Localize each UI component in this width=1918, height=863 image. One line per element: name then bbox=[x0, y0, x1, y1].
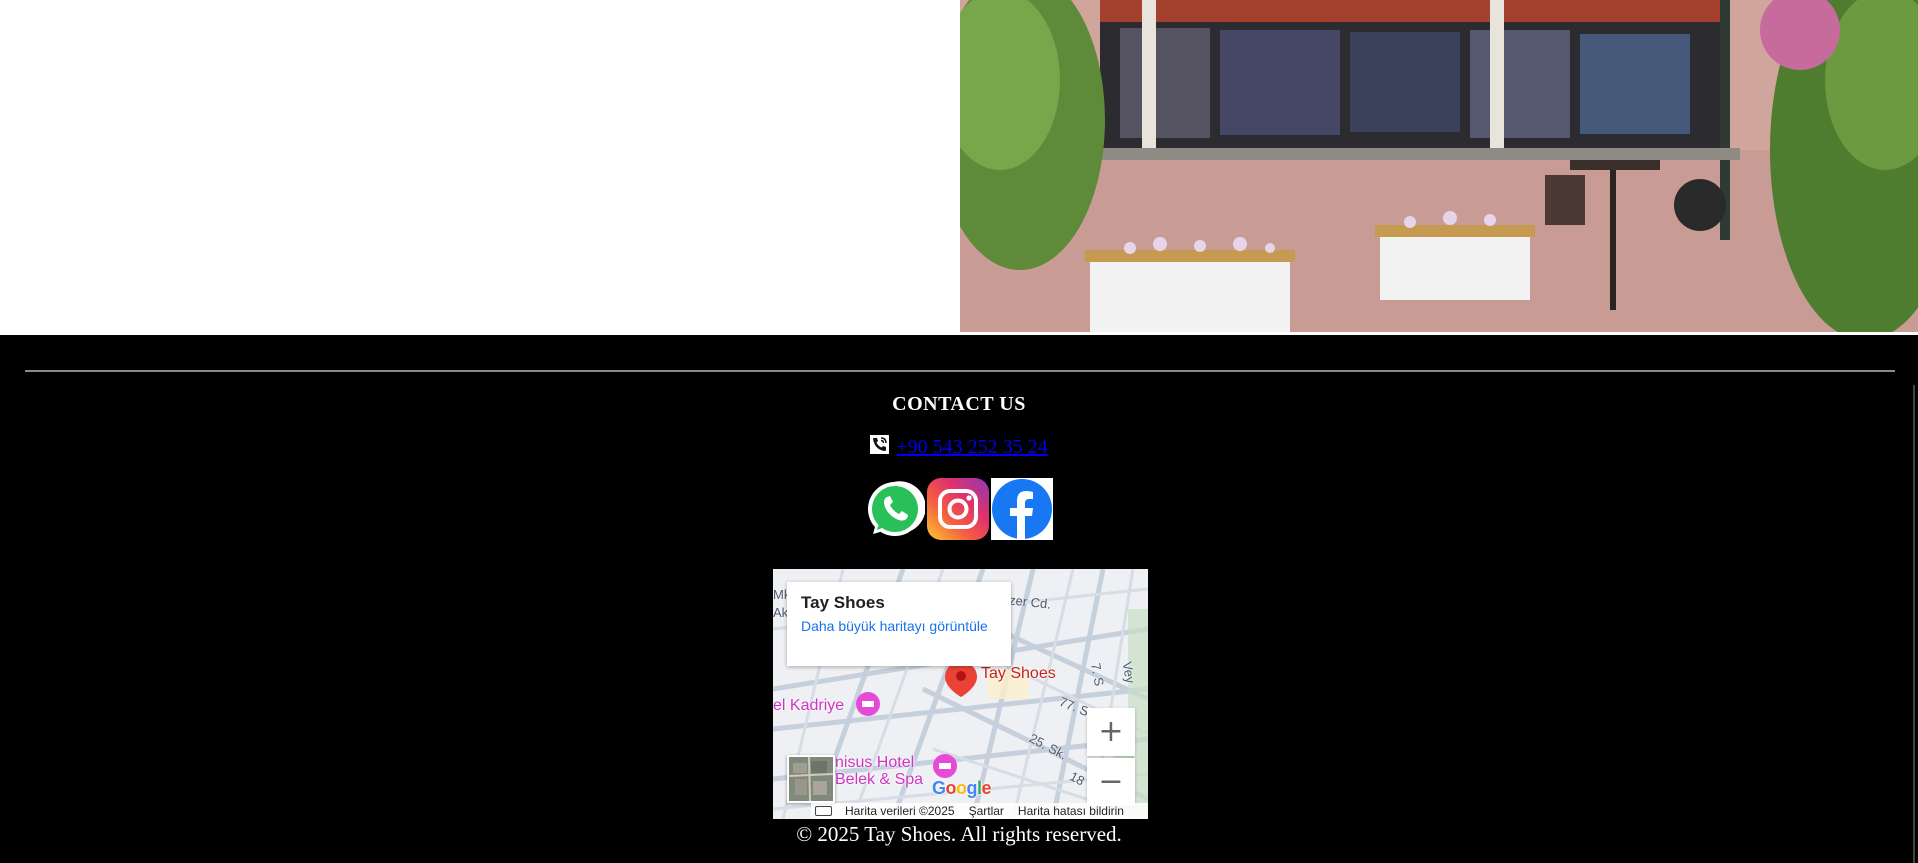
shop-storefront-photo bbox=[960, 0, 1918, 332]
larger-map-link[interactable]: Daha büyük haritayı görüntüle bbox=[801, 617, 997, 635]
facebook-link[interactable] bbox=[991, 478, 1053, 540]
google-map-embed[interactable]: Mk Ak Özer Cd. 77. S 25. Sk. 18 7. S Vey… bbox=[773, 569, 1148, 819]
map-terms-link[interactable]: Şartlar bbox=[969, 804, 1004, 818]
contact-heading: CONTACT US bbox=[892, 393, 1026, 415]
content-section bbox=[0, 0, 1918, 335]
map-label-ak: Ak bbox=[773, 605, 789, 620]
phone-link[interactable]: +90 543 252 35 24 bbox=[896, 436, 1047, 458]
keyboard-shortcuts-icon[interactable] bbox=[815, 806, 832, 816]
map-report-error-link[interactable]: Harita hatası bildirin bbox=[1018, 804, 1124, 818]
satellite-view-toggle[interactable] bbox=[787, 755, 835, 803]
google-logo: Google bbox=[932, 778, 992, 798]
satellite-thumbnail-icon bbox=[789, 757, 833, 801]
zoom-in-button[interactable]: + bbox=[1087, 708, 1135, 756]
map-data-credit: Harita verileri ©2025 bbox=[845, 804, 955, 818]
map-attribution-bar: Harita verileri ©2025 Şartlar Harita hat… bbox=[811, 803, 1148, 819]
phone-row: +90 543 252 35 24 bbox=[0, 435, 1918, 459]
map-hotel-belek[interactable]: nisus Hotel Belek & Spa bbox=[835, 754, 935, 788]
whatsapp-icon bbox=[868, 481, 926, 536]
copyright-text: © 2025 Tay Shoes. All rights reserved. bbox=[796, 822, 1122, 846]
facebook-icon bbox=[991, 478, 1053, 540]
scrollbar-edge bbox=[1913, 385, 1915, 863]
whatsapp-link[interactable] bbox=[865, 478, 926, 540]
social-links bbox=[0, 478, 1918, 540]
site-footer: CONTACT US +90 543 252 35 24 Mk Ak Özer … bbox=[0, 335, 1918, 863]
footer-divider bbox=[25, 370, 1895, 372]
phone-icon bbox=[870, 435, 890, 454]
map-hotel-kadriye[interactable]: el Kadriye bbox=[773, 697, 844, 714]
instagram-link[interactable] bbox=[927, 478, 989, 540]
map-info-card: Tay Shoes Daha büyük haritayı görüntüle bbox=[787, 582, 1011, 666]
instagram-icon bbox=[927, 478, 989, 540]
map-pin-label[interactable]: Tay Shoes bbox=[981, 665, 1056, 683]
zoom-out-button[interactable]: − bbox=[1087, 758, 1135, 806]
map-place-title: Tay Shoes bbox=[801, 593, 885, 612]
